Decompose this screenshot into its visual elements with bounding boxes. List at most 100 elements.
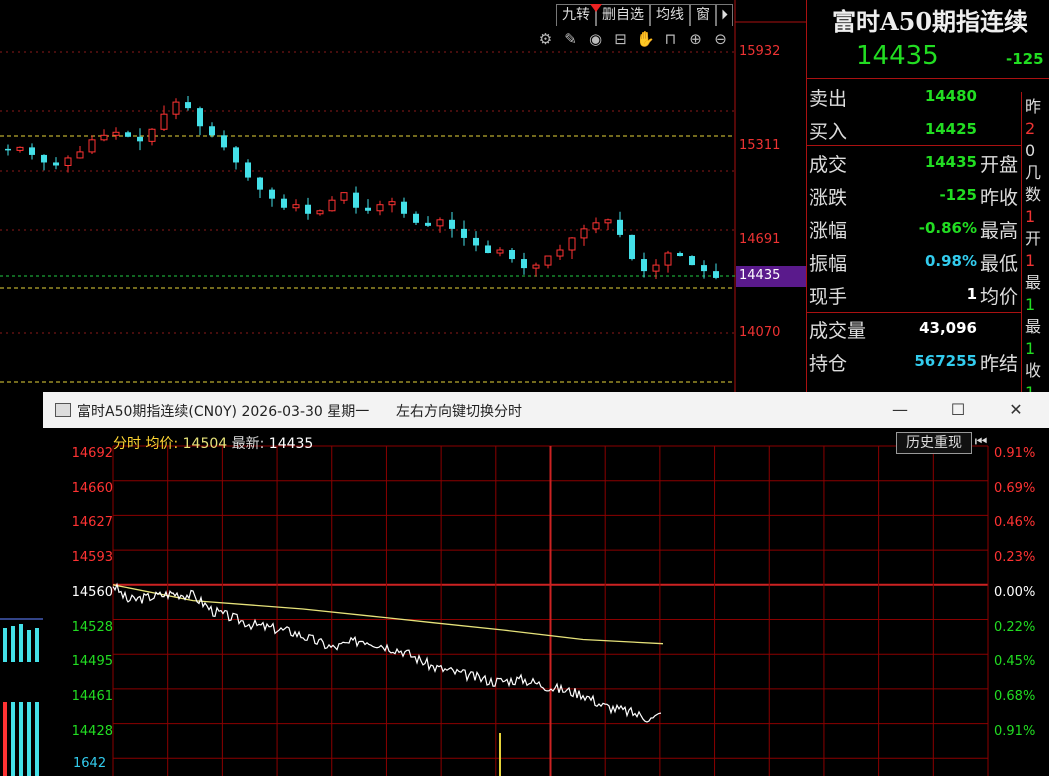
tab-moving-average[interactable]: 均线 bbox=[650, 4, 690, 26]
candle-body bbox=[269, 189, 275, 199]
quote-row-label: 持仓 bbox=[809, 353, 848, 375]
pen-icon[interactable]: ✎ bbox=[561, 30, 580, 49]
window-app-icon bbox=[55, 403, 71, 417]
quote-row-value: 14425 bbox=[924, 120, 977, 138]
volume-axis-label: 1642 bbox=[73, 756, 107, 771]
intraday-chart[interactable] bbox=[43, 428, 1049, 776]
lock-open-icon[interactable]: ⊟ bbox=[611, 30, 630, 49]
candle-series bbox=[5, 96, 719, 280]
candle-body bbox=[209, 126, 215, 136]
price-axis-label: 14593 bbox=[71, 550, 113, 566]
zoom-out-icon[interactable]: ⊖ bbox=[711, 30, 730, 49]
candle-body bbox=[88, 139, 96, 153]
tab-remove-watchlist[interactable]: 删自选 bbox=[596, 4, 650, 26]
lock-icon[interactable]: ⊓ bbox=[661, 30, 680, 49]
candle-body bbox=[496, 249, 504, 254]
avg-price-line bbox=[112, 584, 664, 645]
quote-row-extra-label: 均价 bbox=[980, 286, 1019, 308]
candle-body bbox=[148, 128, 156, 142]
candle-body bbox=[485, 245, 491, 254]
history-replay-button[interactable]: 历史重现 bbox=[896, 432, 972, 454]
skip-back-icon[interactable]: ⏮ bbox=[972, 432, 990, 452]
side-fragment: 收 bbox=[1025, 361, 1042, 380]
avg-price-value: 14504 bbox=[182, 436, 228, 452]
candle-body bbox=[245, 162, 251, 178]
candle-body bbox=[100, 134, 108, 141]
candle-body bbox=[53, 162, 59, 166]
candlestick-canvas[interactable] bbox=[0, 0, 806, 400]
candle-body bbox=[233, 147, 239, 163]
candlestick-chart[interactable]: 九转 删自选 均线 窗 ⏵ ⚙ ✎ ◉ ⊟ ✋ ⊓ ⊕ ⊖ 15932 1531… bbox=[0, 0, 806, 400]
popup-titlebar[interactable]: 富时A50期指连续(CN0Y) 2026-03-30 星期一 左右方向键切换分时… bbox=[43, 392, 1049, 428]
quote-row-value: -125 bbox=[939, 186, 977, 204]
candle-body bbox=[41, 154, 47, 163]
intraday-price-line bbox=[112, 582, 662, 723]
tab-window[interactable]: 窗 bbox=[690, 4, 716, 26]
candle-body bbox=[592, 222, 600, 230]
price-axis-label: 14627 bbox=[71, 515, 113, 531]
intraday-lines bbox=[112, 582, 664, 776]
hand-icon[interactable]: ✋ bbox=[636, 30, 655, 49]
candle-body bbox=[328, 199, 336, 212]
price-change: -125 bbox=[1006, 50, 1044, 68]
candle-body bbox=[281, 198, 287, 208]
price-axis-label: 14528 bbox=[71, 619, 113, 635]
candle-body bbox=[425, 222, 431, 226]
quote-row-extra-label: 最高 bbox=[980, 220, 1019, 242]
candle-body bbox=[292, 204, 300, 209]
candle-body bbox=[112, 131, 120, 136]
candle-body bbox=[664, 252, 672, 266]
price-axis-label: 14461 bbox=[71, 688, 113, 704]
quote-panel: 富时A50期指连续 14435 -125 卖出 14480 买入 14425 成交 144… bbox=[806, 0, 1049, 402]
candle-body bbox=[713, 271, 719, 278]
quote-row-label: 振幅 bbox=[809, 253, 848, 275]
side-fragment: 1 bbox=[1025, 207, 1036, 226]
popup-title: 富时A50期指连续(CN0Y) 2026-03-30 星期一 左右方向键切换分时 bbox=[77, 404, 522, 420]
quote-row-value: 14480 bbox=[924, 87, 977, 105]
candle-body bbox=[64, 157, 72, 166]
side-fragment: 几 bbox=[1025, 163, 1042, 182]
instrument-name: 富时A50期指连续 bbox=[832, 7, 1029, 36]
latest-price-value: 14435 bbox=[268, 436, 314, 452]
candle-body bbox=[509, 249, 515, 260]
candle-body bbox=[388, 201, 396, 206]
minimize-icon[interactable]: — bbox=[878, 398, 922, 424]
candle-body bbox=[365, 207, 371, 211]
side-fragment: 昨 bbox=[1025, 97, 1042, 116]
quote-row-value: 567255 bbox=[914, 352, 977, 370]
candle-body bbox=[701, 265, 707, 272]
candle-body bbox=[376, 204, 384, 212]
close-icon[interactable]: ✕ bbox=[994, 398, 1038, 424]
percent-axis-label: 0.46% bbox=[994, 515, 1036, 531]
volume-bars-remnant bbox=[0, 618, 43, 776]
quote-row-label: 成交量 bbox=[809, 320, 867, 342]
candle-body bbox=[532, 264, 540, 269]
candle-body bbox=[544, 255, 552, 266]
candle-body bbox=[221, 135, 227, 148]
quote-row-value: -0.86% bbox=[918, 219, 977, 237]
quote-row-value: 43,096 bbox=[919, 319, 977, 337]
intraday-grid bbox=[112, 445, 989, 776]
candle-body bbox=[461, 228, 467, 238]
candle-body bbox=[257, 177, 263, 190]
candle-body bbox=[641, 259, 647, 272]
current-price-highlight: 14435 bbox=[736, 266, 806, 287]
chart-tool-icons: ⚙ ✎ ◉ ⊟ ✋ ⊓ ⊕ ⊖ bbox=[536, 30, 730, 49]
maximize-icon[interactable]: ☐ bbox=[936, 398, 980, 424]
quote-row-label: 卖出 bbox=[809, 88, 848, 110]
percent-axis-label: 0.69% bbox=[994, 480, 1036, 496]
collapse-panel-icon[interactable]: ⏵ bbox=[716, 4, 733, 26]
candle-body bbox=[185, 102, 191, 109]
quote-side-column: 昨 2 0 几 数 1 开 1 最 1 最 1 收 1 bbox=[1025, 96, 1049, 404]
side-fragment: 最 bbox=[1025, 317, 1042, 336]
candle-body bbox=[629, 234, 635, 260]
candle-body bbox=[580, 228, 588, 239]
zoom-in-icon[interactable]: ⊕ bbox=[686, 30, 705, 49]
intraday-popup-window[interactable]: 富时A50期指连续(CN0Y) 2026-03-30 星期一 左右方向键切换分时… bbox=[43, 392, 1049, 776]
price-axis-label: 15311 bbox=[739, 138, 781, 153]
quote-row-extra-label: 昨收 bbox=[980, 187, 1019, 209]
gear-icon[interactable]: ⚙ bbox=[536, 30, 555, 49]
side-fragment: 1 bbox=[1025, 295, 1036, 314]
eye-icon[interactable]: ◉ bbox=[586, 30, 605, 49]
candle-body bbox=[568, 237, 576, 251]
